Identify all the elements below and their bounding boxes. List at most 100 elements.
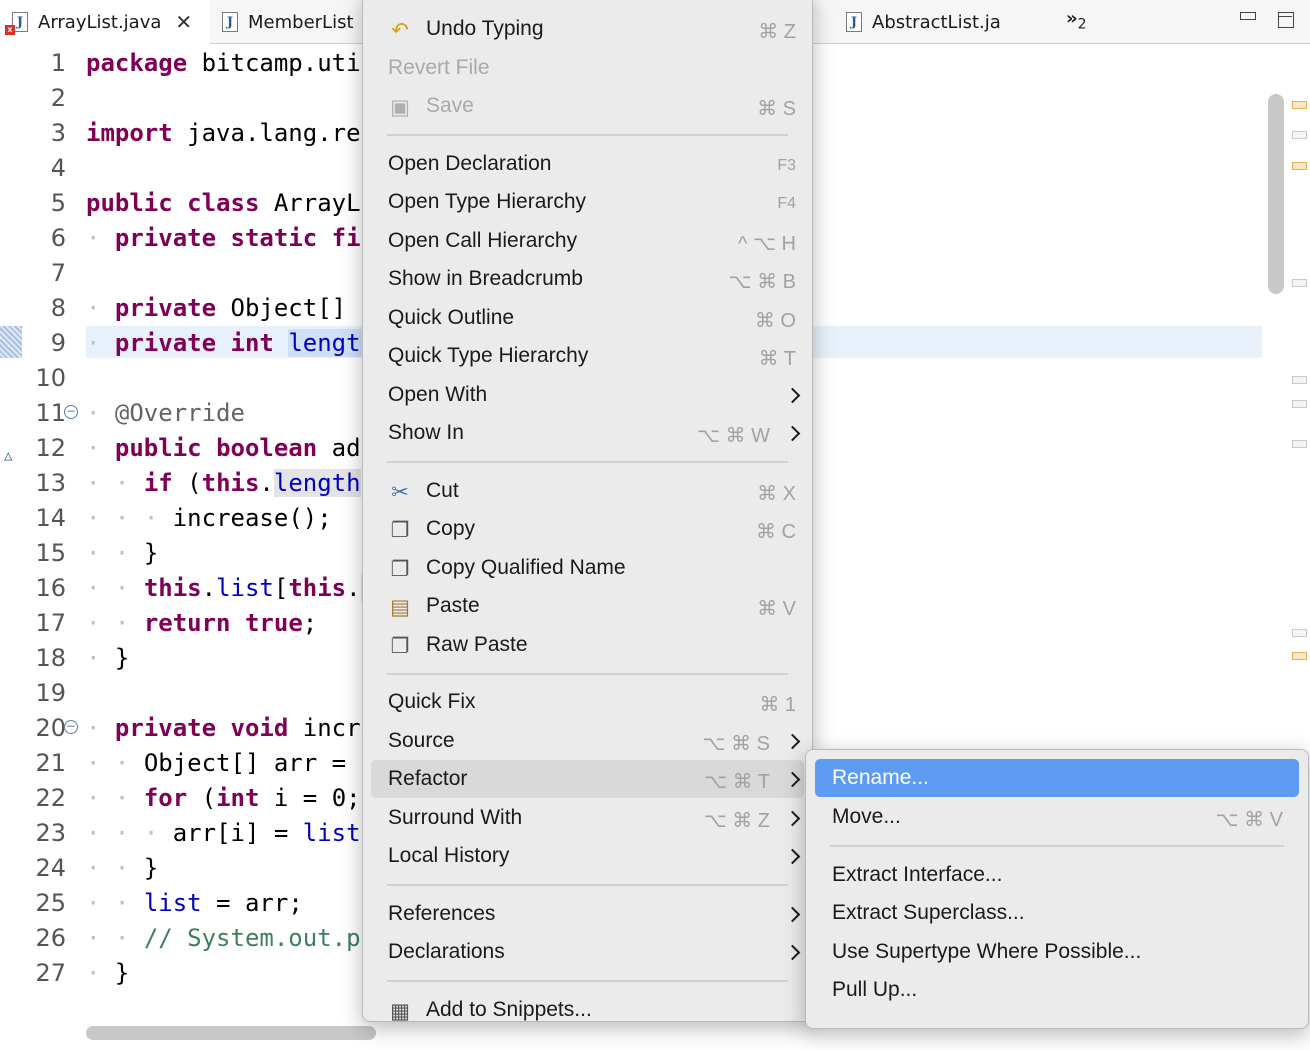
line-number: 7	[50, 259, 66, 287]
overview-ruler-marker[interactable]	[1292, 629, 1307, 637]
floppy-disk-icon: ▣	[390, 96, 410, 119]
field: list	[143, 889, 202, 917]
keyword: this	[201, 469, 260, 497]
menu-item-local-history[interactable]: Local History	[371, 837, 804, 875]
local-variable: i	[259, 784, 289, 812]
horizontal-scrollbar-thumb[interactable]	[86, 1026, 376, 1040]
menu-item-quick-outline[interactable]: Quick Outline ⌘ O	[371, 299, 804, 337]
overview-ruler-marker[interactable]	[1292, 440, 1307, 448]
menu-item-use-supertype[interactable]: Use Supertype Where Possible...	[815, 933, 1299, 971]
menu-item-references[interactable]: References	[371, 895, 804, 933]
menu-item-open-type-hierarchy[interactable]: Open Type Hierarchy F4	[371, 183, 804, 221]
menu-item-label: Quick Outline	[388, 306, 515, 329]
menu-item-label: Save	[426, 94, 474, 117]
menu-item-refactor[interactable]: Refactor ⌥ ⌘ T	[371, 760, 804, 798]
menu-item-label: References	[388, 902, 496, 925]
menu-separator	[830, 845, 1284, 847]
menu-item-move[interactable]: Move... ⌥ ⌘ V	[815, 798, 1299, 836]
menu-item-show-in-breadcrumb[interactable]: Show in Breadcrumb ⌥ ⌘ B	[371, 260, 804, 298]
menu-item-label: Extract Interface...	[832, 863, 1003, 886]
java-file-icon: Jx	[5, 12, 28, 35]
menu-item-quick-fix[interactable]: Quick Fix ⌘ 1	[371, 683, 804, 721]
menu-item-copy[interactable]: ❐ Copy ⌘ C	[371, 510, 804, 548]
menu-item-pull-up[interactable]: Pull Up...	[815, 971, 1299, 1009]
local-variable: arr	[244, 889, 289, 917]
vertical-scrollbar-thumb[interactable]	[1268, 94, 1284, 294]
overview-ruler-marker[interactable]	[1292, 400, 1307, 408]
code-text: }	[143, 854, 159, 882]
menu-shortcut: ⌘ T	[758, 348, 796, 370]
menu-item-label: Open Call Hierarchy	[388, 229, 578, 252]
menu-item-label: Source	[388, 729, 455, 752]
menu-shortcut: ⌥ ⌘ T	[703, 771, 770, 793]
code-text: .	[346, 574, 361, 602]
menu-item-declarations[interactable]: Declarations	[371, 933, 804, 971]
tab-memberlist[interactable]: J MemberList	[222, 0, 362, 44]
menu-item-undo-typing[interactable]: ↶ Undo Typing ⌘ Z	[371, 10, 804, 48]
menu-item-quick-type-hierarchy[interactable]: Quick Type Hierarchy ⌘ T	[371, 337, 804, 375]
line-number: 3	[50, 119, 66, 147]
overview-ruler-marker[interactable]	[1292, 279, 1307, 287]
line-number: 17	[35, 609, 66, 637]
clipboard-icon: ▤	[390, 596, 410, 619]
minimize-icon[interactable]	[1240, 12, 1256, 20]
code-text: }	[114, 644, 130, 672]
fold-collapse-icon[interactable]: −	[64, 405, 78, 419]
menu-item-open-call-hierarchy[interactable]: Open Call Hierarchy ^ ⌥ H	[371, 222, 804, 260]
annotation: @Override	[114, 399, 245, 427]
tab-overflow-button[interactable]: »2	[1066, 8, 1087, 33]
menu-shortcut: F4	[777, 195, 796, 212]
menu-item-raw-paste[interactable]: ❐ Raw Paste	[371, 626, 804, 664]
line-number: 21	[35, 749, 66, 777]
menu-item-paste[interactable]: ▤ Paste ⌘ V	[371, 587, 804, 625]
keyword: private	[114, 294, 217, 322]
copy-qualified-name-icon: ❐	[390, 558, 410, 581]
menu-separator	[387, 884, 788, 886]
menu-item-cut[interactable]: ✂ Cut ⌘ X	[371, 472, 804, 510]
code-text: Object[] l	[216, 294, 376, 322]
chevron-right-icon	[786, 901, 798, 925]
overview-ruler-marker[interactable]	[1292, 131, 1307, 139]
close-icon[interactable]: ✕	[175, 10, 192, 34]
tab-label: AbstractList.ja	[872, 11, 1001, 33]
menu-item-show-in[interactable]: Show In ⌥ ⌘ W	[371, 414, 804, 452]
keyword: boolean	[216, 434, 318, 462]
menu-item-extract-superclass[interactable]: Extract Superclass...	[815, 894, 1299, 932]
code-text: .	[201, 574, 217, 602]
code-text: =	[317, 749, 361, 777]
line-number: 6	[50, 224, 66, 252]
line-number: 5	[50, 189, 66, 217]
keyword: this	[143, 574, 202, 602]
overview-ruler-marker[interactable]	[1292, 101, 1307, 109]
code-text: Object[]	[143, 749, 274, 777]
menu-item-copy-qualified-name[interactable]: ❐ Copy Qualified Name	[371, 549, 804, 587]
overview-ruler-marker[interactable]	[1292, 652, 1307, 660]
line-number: 11	[35, 399, 66, 427]
menu-shortcut: ⌘ Z	[758, 21, 796, 43]
java-file-icon: J	[846, 12, 862, 32]
maximize-icon[interactable]	[1278, 12, 1294, 28]
overflow-count: 2	[1077, 16, 1087, 33]
menu-item-add-to-snippets[interactable]: ▦ Add to Snippets...	[371, 991, 804, 1021]
overview-ruler-marker[interactable]	[1292, 162, 1307, 170]
chevron-right-icon	[786, 843, 798, 867]
tab-arraylist[interactable]: Jx ArrayList.java ✕	[0, 0, 210, 44]
fold-collapse-icon[interactable]: −	[64, 720, 78, 734]
code-text: ArrayLi	[259, 189, 375, 217]
menu-item-label: Show In	[388, 421, 464, 444]
menu-item-open-with[interactable]: Open With	[371, 376, 804, 414]
code-text: (	[172, 469, 202, 497]
menu-item-extract-interface[interactable]: Extract Interface...	[815, 856, 1299, 894]
menu-item-label: Open Type Hierarchy	[388, 190, 587, 213]
field-occurrence: length	[273, 469, 361, 497]
menu-shortcut: ⌘ S	[757, 98, 796, 120]
menu-item-rename[interactable]: Rename...	[815, 759, 1299, 797]
menu-item-source[interactable]: Source ⌥ ⌘ S	[371, 722, 804, 760]
menu-shortcut: ⌥ ⌘ V	[1215, 809, 1284, 831]
code-text: =	[201, 889, 245, 917]
tab-abstractlist[interactable]: J AbstractList.ja	[846, 0, 1026, 44]
overview-ruler-marker[interactable]	[1292, 376, 1307, 384]
menu-item-open-declaration[interactable]: Open Declaration F3	[371, 145, 804, 183]
keyword: public	[114, 434, 202, 462]
menu-item-surround-with[interactable]: Surround With ⌥ ⌘ Z	[371, 799, 804, 837]
